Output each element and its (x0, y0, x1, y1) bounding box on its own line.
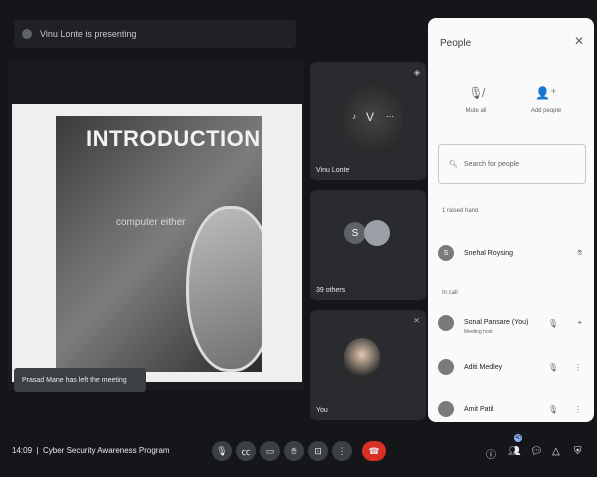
end-call-button[interactable]: ☎︎ (362, 441, 386, 461)
raise-hand-icon: ✋︎ (291, 445, 297, 456)
avatar (438, 401, 454, 417)
search-placeholder: Search for people (463, 160, 520, 168)
captions-button[interactable]: ㏄ (236, 441, 256, 461)
participant-name: Sonal Pansare (You) (464, 319, 529, 326)
participants-badge: 40 (514, 434, 522, 442)
slide-keyboard-photo (186, 206, 262, 372)
presenting-text: Vinu Lonte is presenting (40, 29, 137, 39)
avatar: S (438, 245, 454, 261)
captions-icon: ㏄ (241, 446, 251, 457)
mic-off-icon: ⨯ (413, 316, 420, 325)
more-icon: ⋮ (337, 445, 347, 456)
mic-off-icon[interactable]: 🎙︎ (548, 319, 558, 328)
lock-icon[interactable]: ⛨ (574, 446, 582, 457)
mic-off-icon: 🎙︎̸ (468, 86, 484, 100)
avatar (438, 359, 454, 375)
info-icon[interactable]: ⓘ (486, 446, 496, 461)
meeting-title: Cyber Security Awareness Program (43, 446, 170, 455)
search-icon: 🔍︎ (449, 161, 458, 168)
tile-name: You (316, 407, 328, 414)
tile-mic-icon: ♪ (352, 112, 356, 121)
presenter-tile-avatar: ♪ V ⋯ (344, 82, 402, 154)
add-people-label: Add people (530, 108, 562, 114)
raised-hand-section: 1 raised hand (442, 208, 479, 214)
tile-pin-icon[interactable]: ◈ (414, 68, 420, 77)
people-panel: People ✕ 🎙︎̸ Mute all 👤⁺ Add people 🔍︎ S… (428, 18, 594, 422)
add-person-icon: 👤⁺ (535, 86, 557, 100)
people-icon[interactable]: 👥︎ (508, 446, 521, 457)
panel-title: People (440, 38, 472, 49)
others-avatar-photo (364, 220, 390, 246)
participant-row[interactable]: Aditi Medley 🎙︎ ⋮ (438, 354, 588, 380)
activities-button[interactable]: ⊡ (308, 441, 328, 461)
slide-image: INTRODUCTION computer either (56, 116, 262, 372)
in-call-section: In call (442, 290, 458, 296)
pin-icon[interactable]: ⌖ (577, 318, 582, 328)
avatar (438, 315, 454, 331)
participant-tile-others[interactable]: S 39 others (310, 190, 426, 300)
mute-all-label: Mute all (465, 108, 487, 114)
presenter-avatar (22, 29, 32, 39)
close-icon[interactable]: ✕ (574, 34, 584, 48)
meeting-info: 14:09 | Cyber Security Awareness Program (12, 446, 170, 455)
end-call-icon: ☎︎ (368, 445, 380, 456)
participant-row[interactable]: Sonal Pansare (You) Meeting host 🎙︎ ⌖ (438, 310, 588, 336)
slide-body-text: computer either (116, 217, 186, 228)
participant-text: Sonal Pansare (You) Meeting host (464, 311, 528, 335)
tile-name: Vinu Lonte (316, 167, 350, 174)
more-icon[interactable]: ⋮ (574, 405, 582, 414)
mute-all-button[interactable]: 🎙︎̸ Mute all (446, 86, 506, 114)
tile-name: 39 others (316, 287, 346, 294)
slide-title: INTRODUCTION (86, 126, 261, 151)
raise-hand-icon[interactable]: ✋︎ (577, 248, 582, 258)
mic-off-icon: 🎙︎ (216, 445, 228, 456)
tile-more-icon: ⋯ (386, 112, 394, 121)
present-button[interactable]: ▭ (260, 441, 280, 461)
clock: 14:09 (12, 446, 33, 455)
present-icon: ▭ (265, 445, 275, 456)
mic-off-icon[interactable]: 🎙︎ (548, 363, 558, 372)
chat-icon[interactable]: 💬︎ (530, 446, 543, 457)
participant-name: Snehal Roysing (464, 249, 514, 257)
mic-button[interactable]: 🎙︎ (212, 441, 232, 461)
mic-off-icon[interactable]: 🎙︎ (548, 405, 558, 414)
search-input[interactable]: 🔍︎ Search for people (438, 144, 586, 184)
add-people-button[interactable]: 👤⁺ Add people (516, 86, 576, 114)
raise-hand-button[interactable]: ✋︎ (284, 441, 304, 461)
activities-icon: ⊡ (314, 445, 322, 456)
more-icon[interactable]: ⋮ (574, 363, 582, 372)
participant-name: Amit Patil (464, 405, 494, 413)
more-options-button[interactable]: ⋮ (332, 441, 352, 461)
avatar-initial: V (366, 110, 375, 124)
others-avatar-initial: S (344, 222, 366, 244)
self-video (344, 338, 380, 380)
participant-name: Aditi Medley (464, 363, 503, 371)
participant-row[interactable]: Amit Patil 🎙︎ ⋮ (438, 396, 588, 422)
participant-tile-self[interactable]: ⨯ You (310, 310, 426, 420)
shapes-icon[interactable]: △ (552, 446, 560, 457)
participant-tile-presenter[interactable]: ♪ V ⋯ ◈ Vinu Lonte (310, 62, 426, 180)
participant-row[interactable]: S Snehal Roysing ✋︎ (438, 240, 588, 266)
presenting-banner: Vinu Lonte is presenting (14, 20, 296, 48)
left-meeting-toast: Prasad Mane has left the meeting (14, 368, 146, 392)
participant-role: Meeting host (464, 329, 493, 335)
